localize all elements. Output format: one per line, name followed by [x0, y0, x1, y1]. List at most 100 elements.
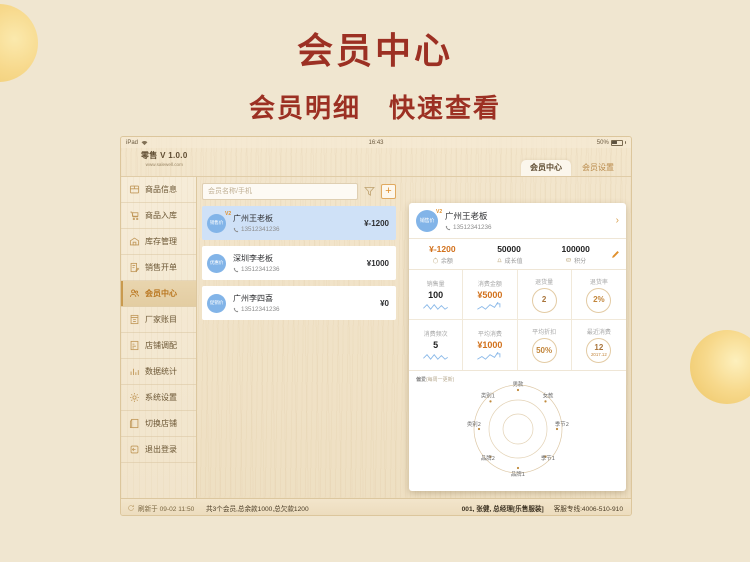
ring-arrow-icon: 2: [531, 287, 557, 313]
add-member-button[interactable]: +: [381, 184, 396, 199]
member-phone: 13512341236: [453, 224, 492, 231]
radar-title-text: 偏爱: [416, 377, 427, 383]
sidebar-nav: 商品信息 商品入库 库存管理 销售开单 会员中心 厂家账目 店铺调配 数据统计 …: [121, 177, 197, 498]
vip-badge: V2: [225, 211, 232, 217]
stat-cell-return-rate: 退货率 2%: [571, 270, 626, 320]
account-value: ¥-1200: [429, 243, 456, 254]
radar-label: 类别1: [480, 392, 494, 400]
tab-member-center[interactable]: 会员中心: [521, 160, 571, 176]
sidebar-item-label: 商品入库: [145, 211, 177, 220]
sidebar-item-system-settings[interactable]: 系统设置: [121, 385, 196, 411]
member-list-item[interactable]: 优惠价 深圳李老板 13512341236 ¥1000: [202, 246, 396, 280]
search-row: +: [202, 183, 396, 200]
phone-icon: [445, 225, 451, 230]
tab-bar: 会员中心 会员设置: [521, 160, 623, 176]
radar-label: 季节2: [554, 420, 568, 428]
gear-icon: [130, 393, 139, 402]
ring-date-icon: 12 2017.12: [586, 338, 612, 363]
stat-label: 平均消费: [477, 332, 502, 338]
avatar: 销售价: [207, 213, 226, 233]
sparkline-wave-icon: [422, 353, 448, 360]
member-name: 广州王老板: [445, 211, 488, 221]
app-name: 零售 V 1.0.0: [141, 151, 188, 160]
radar-subtitle: (每周一更新): [426, 377, 455, 383]
stat-label: 销售量: [426, 281, 445, 288]
warehouse-icon: [129, 237, 140, 246]
refresh-status[interactable]: 刷新于 09-02 11:50: [121, 503, 197, 513]
avatar: 促销价: [207, 293, 226, 313]
radar-label: 季节1: [540, 454, 554, 462]
member-name: 深圳李老板: [233, 254, 273, 263]
member-list-panel: + 销售价 V2 广州王老板 13512341236 ¥-1200 优惠价 深圳…: [197, 177, 401, 498]
stat-value: ¥1000: [477, 340, 503, 350]
decorative-circle-right: [690, 330, 750, 404]
stat-value: 50%: [536, 345, 553, 355]
member-phone: 13512341236: [241, 266, 280, 273]
cart-icon: [130, 211, 139, 221]
avatar: 优惠价: [207, 253, 226, 273]
sidebar-item-member-center[interactable]: 会员中心: [121, 281, 196, 307]
list-summary: 共3个会员,总余款1000,总欠款1200: [206, 505, 309, 513]
radar-label: 品牌2: [480, 454, 494, 462]
filter-icon[interactable]: [363, 185, 376, 198]
stat-value: ¥5000: [477, 289, 503, 300]
app-url: www.salewell.com: [145, 162, 183, 167]
member-phone: 13512341236: [241, 306, 280, 313]
member-detail-panel: 销售价 V2 广州王老板 13512341236 › ¥-1200 余额 500…: [409, 203, 626, 491]
sidebar-item-switch-store[interactable]: 切换店铺: [121, 411, 196, 437]
sidebar-item-sales-order[interactable]: 销售开单: [121, 255, 196, 281]
member-stats-grid: 销售量 100 消费金额 ¥5000 退货量 2 退货率 2% 消费频次 5 平…: [409, 270, 626, 371]
member-detail-header[interactable]: 销售价 V2 广州王老板 13512341236 ›: [409, 203, 626, 239]
member-phone-row: 13512341236: [445, 224, 616, 231]
refresh-text: 刷新于 09-02 11:50: [138, 505, 195, 513]
logout-icon: [130, 445, 139, 454]
sidebar-item-data-stats[interactable]: 数据统计: [121, 359, 196, 385]
member-phone-row: 13512341236: [233, 266, 367, 273]
stat-value: 100: [428, 289, 444, 300]
chart-icon: [130, 368, 139, 375]
sidebar-item-logout[interactable]: 退出登录: [121, 437, 196, 463]
account-balance: ¥-1200 余额: [409, 244, 476, 265]
stat-label: 最近消费: [586, 330, 611, 336]
ledger-icon: [130, 314, 139, 325]
pencil-icon[interactable]: [611, 250, 620, 259]
stat-cell-average-spend: 平均消费 ¥1000: [463, 320, 518, 370]
account-label: 成长值: [504, 258, 523, 265]
member-list-item[interactable]: 促销价 广州李四喜 13512341236 ¥0: [202, 286, 396, 320]
sidebar-item-inventory[interactable]: 库存管理: [121, 229, 196, 255]
ios-status-bar: iPad 16:43 50%: [121, 137, 631, 148]
ring-icon: 50%: [531, 338, 557, 363]
status-footer: 刷新于 09-02 11:50 共3个会员,总余款1000,总欠款1200 00…: [121, 498, 631, 515]
member-amount: ¥0: [380, 298, 389, 308]
status-time: 16:43: [368, 139, 384, 146]
stat-label: 退货率: [589, 279, 608, 286]
tab-member-settings[interactable]: 会员设置: [573, 160, 623, 176]
sidebar-item-stock-in[interactable]: 商品入库: [121, 203, 196, 229]
sidebar-item-goods-info[interactable]: 商品信息: [121, 177, 196, 203]
search-input[interactable]: [202, 183, 358, 200]
app-header: 零售 V 1.0.0 www.salewell.com 会员中心 会员设置: [121, 148, 631, 176]
avatar: 销售价: [416, 209, 438, 232]
preference-radar-chart: 男款 女款 季节2 季节1 品牌1 品牌2 类别2 类别1: [466, 381, 568, 477]
sidebar-item-label: 切换店铺: [145, 419, 177, 428]
wallet-icon: [432, 257, 438, 263]
radar-label: 女款: [542, 392, 553, 400]
member-name: 广州李四喜: [233, 294, 273, 303]
box-icon: [129, 185, 140, 194]
account-value: 50000: [497, 243, 521, 254]
invoice-icon: [130, 262, 140, 273]
sidebar-item-label: 退出登录: [145, 445, 177, 454]
sidebar-item-store-transfer[interactable]: 店铺调配: [121, 333, 196, 359]
stat-cell-purchase-frequency: 消费频次 5: [409, 320, 464, 370]
member-list-item[interactable]: 销售价 V2 广州王老板 13512341236 ¥-1200: [202, 206, 396, 240]
member-amount: ¥-1200: [364, 218, 389, 228]
stat-subvalue: 2017.12: [590, 352, 607, 358]
sidebar-item-factory-ledger[interactable]: 厂家账目: [121, 307, 196, 333]
stat-label: 消费频次: [423, 332, 448, 338]
stat-cell-average-discount: 平均折扣 50%: [518, 320, 572, 370]
chevron-right-icon[interactable]: ›: [616, 215, 619, 226]
sparkline-up-icon: [477, 301, 501, 310]
ring-icon: 2%: [586, 287, 612, 313]
member-account-row: ¥-1200 余额 50000 成长值 100000 积分: [409, 239, 626, 270]
sidebar-item-label: 店铺调配: [145, 341, 177, 350]
